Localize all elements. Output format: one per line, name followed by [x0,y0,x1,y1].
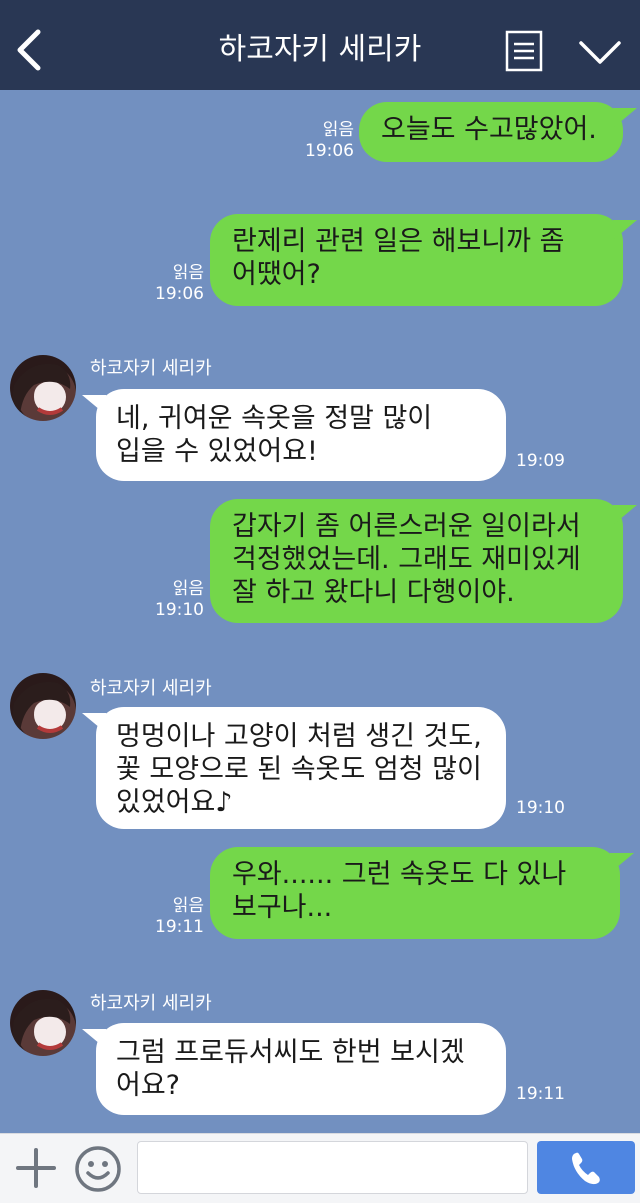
message-line: 우와...... 그런 속옷도 다 있나 [232,859,567,890]
read-status: 읽음 [322,120,354,140]
message-time: 19:11 [516,1084,565,1104]
message-line: 보구나... [232,892,333,923]
message-line: 꽃 모양으로 된 속옷도 엄청 많이 [116,754,482,785]
message-line: 있었어요♪ [116,787,233,818]
message-meta: 읽음 19:10 [150,579,204,621]
phone-icon [568,1150,604,1186]
message-line: 어요? [116,1070,181,1101]
message-line: 멍멍이나 고양이 처럼 생긴 것도, [116,721,482,752]
avatar[interactable] [10,990,76,1056]
incoming-message[interactable]: 네, 귀여운 속옷을 정말 많이 입을 수 있었어요! [82,389,506,481]
message-line: 갑자기 좀 어른스러운 일이라서 [232,511,581,542]
outgoing-message[interactable]: 우와...... 그런 속옷도 다 있나 보구나... [210,847,634,939]
message-line: 오늘도 수고많았어. [381,114,597,145]
outgoing-message[interactable]: 오늘도 수고많았어. [359,102,637,162]
message-line: 어땠어? [232,259,321,290]
chat-header: 하코자키 세리카 [0,0,640,90]
message-time: 19:10 [155,600,204,620]
outgoing-message[interactable]: 갑자기 좀 어른스러운 일이라서 걱정했었는데. 그래도 재미있게 잘 하고 왔… [210,499,637,623]
message-time: 19:09 [516,451,565,471]
incoming-message[interactable]: 그럼 프로듀서씨도 한번 보시겠 어요? [82,1023,506,1115]
sender-name: 하코자키 세리카 [90,358,212,379]
chevron-down-icon[interactable] [578,40,622,66]
message-line: 걱정했었는데. 그래도 재미있게 [232,544,581,575]
sender-name: 하코자키 세리카 [90,678,212,699]
outgoing-message[interactable]: 란제리 관련 일은 해보니까 좀 어땠어? [210,214,637,306]
message-meta: 읽음 19:11 [150,896,204,938]
message-line: 입을 수 있었어요! [116,436,318,467]
message-list[interactable]: 읽음 19:06 오늘도 수고많았어. 읽음 19:06 란제리 관련 일은 해… [0,90,640,1133]
sender-name: 하코자키 세리카 [90,993,212,1014]
menu-icon[interactable] [505,30,543,72]
message-time: 19:10 [516,798,565,818]
incoming-message[interactable]: 멍멍이나 고양이 처럼 생긴 것도, 꽃 모양으로 된 속옷도 엄청 많이 있었… [82,707,506,829]
message-time: 19:06 [305,141,354,161]
message-line: 네, 귀여운 속옷을 정말 많이 [116,403,433,434]
input-bar [0,1133,640,1203]
chat-title: 하코자키 세리카 [218,32,422,67]
call-button[interactable] [537,1141,635,1194]
emoji-icon[interactable] [74,1145,122,1193]
read-status: 읽음 [172,263,204,283]
message-line: 잘 하고 왔다니 다행이야. [232,577,515,608]
avatar[interactable] [10,673,76,739]
read-status: 읽음 [172,579,204,599]
message-meta: 읽음 19:06 [150,263,204,305]
message-time: 19:11 [155,917,204,937]
message-time: 19:06 [155,284,204,304]
avatar[interactable] [10,355,76,421]
plus-icon[interactable] [14,1146,58,1190]
message-input[interactable] [137,1141,528,1194]
message-line: 그럼 프로듀서씨도 한번 보시겠 [116,1037,465,1068]
read-status: 읽음 [172,896,204,916]
message-meta: 읽음 19:06 [300,120,354,162]
message-line: 란제리 관련 일은 해보니까 좀 [232,226,565,257]
